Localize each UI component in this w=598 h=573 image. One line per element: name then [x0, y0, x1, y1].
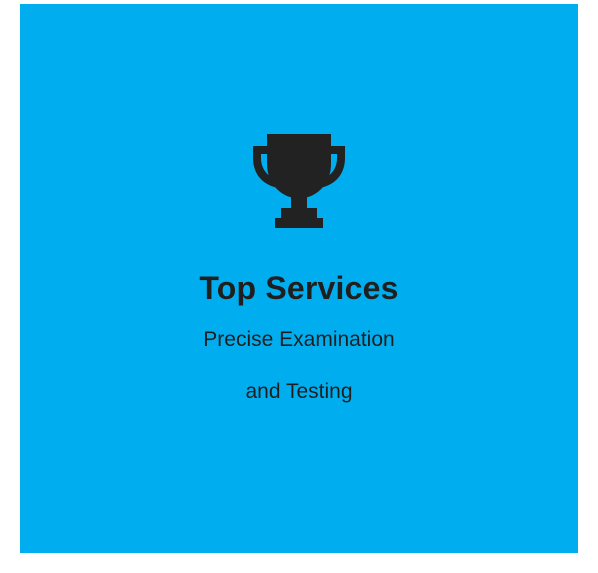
trophy-icon	[253, 134, 345, 228]
card-subtitle-line-2: and Testing	[245, 380, 353, 403]
card-title: Top Services	[199, 270, 399, 306]
service-card: Top Services Precise Examination and Tes…	[20, 4, 578, 553]
card-subtitle-line-1: Precise Examination	[203, 328, 395, 351]
